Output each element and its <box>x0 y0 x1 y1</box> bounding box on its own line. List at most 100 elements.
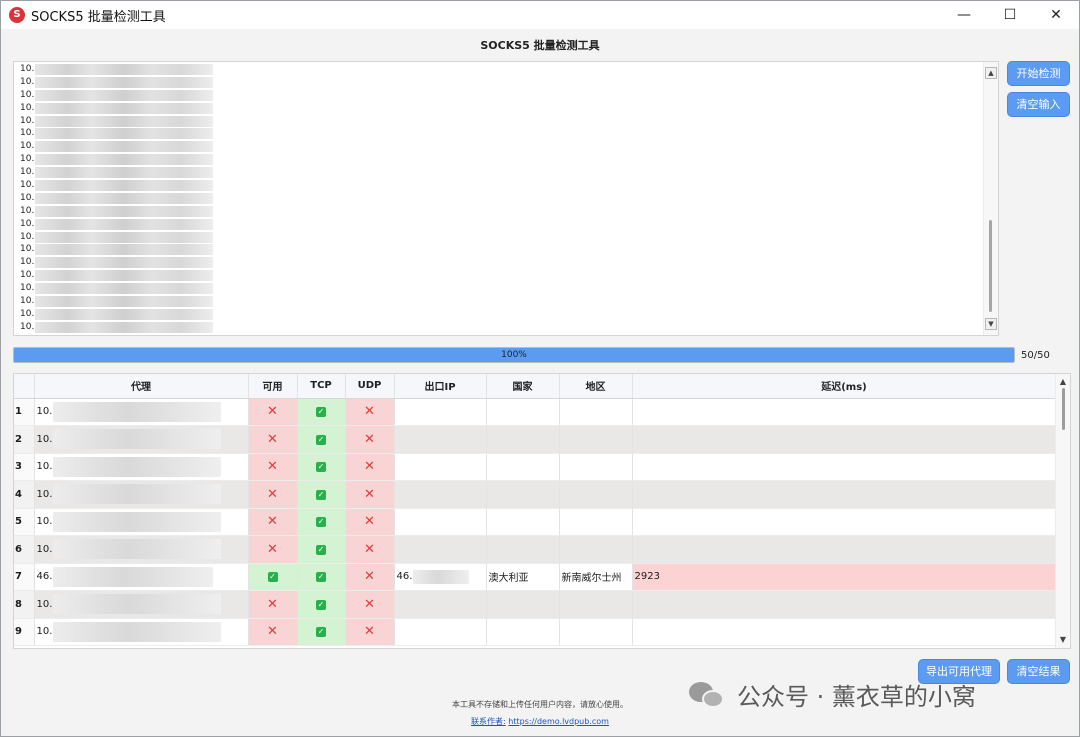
region-cell-text <box>560 406 562 417</box>
input-line: 10. <box>20 192 984 205</box>
clear-input-button[interactable]: 清空输入 <box>1007 92 1070 117</box>
table-row[interactable]: 7 46. ✓ ✓ ✕ 46. 澳大利亚 新南威尔士州 2923 <box>14 563 1057 591</box>
table-row[interactable]: 4 10. ✕ ✓ ✕ <box>14 480 1057 509</box>
redacted-block <box>413 569 470 584</box>
redacted-block <box>53 401 222 422</box>
table-body: 1 10. ✕ ✓ ✕ 2 10. ✕ ✓ ✕ 3 10. ✕ ✓ ✕ 4 10. ✕ ✓ ✕ 5 10. ✕ ✓ ✕ 6 10. ✕… <box>14 398 1057 646</box>
table-row[interactable]: 3 10. ✕ ✓ ✕ <box>14 453 1057 481</box>
latency-cell <box>632 398 1057 426</box>
clear-results-button[interactable]: 清空结果 <box>1007 659 1070 684</box>
cross-icon: ✕ <box>267 596 278 612</box>
latency-cell-text <box>633 626 635 637</box>
latency-cell: 2923 <box>632 563 1057 591</box>
redacted-block <box>35 231 214 243</box>
tcp-header[interactable]: TCP <box>297 374 346 399</box>
latency-cell <box>632 453 1057 481</box>
check-icon: ✓ <box>316 489 326 500</box>
row-number: 2 <box>14 425 35 454</box>
region-header[interactable]: 地区 <box>559 374 633 399</box>
cross-icon: ✕ <box>364 404 375 420</box>
table-scroll-down-icon[interactable]: ▼ <box>1057 634 1069 646</box>
tcp-cell: ✓ <box>297 563 346 591</box>
check-icon: ✓ <box>316 544 326 555</box>
cross-icon: ✕ <box>364 596 375 612</box>
tcp-cell: ✓ <box>297 425 346 454</box>
proxy-text: 10. <box>36 433 53 445</box>
exit-ip-cell <box>394 398 487 426</box>
check-icon: ✓ <box>316 599 326 610</box>
title-bar[interactable]: S SOCKS5 批量检测工具 — ☐ ✕ <box>1 1 1079 29</box>
latency-header[interactable]: 延迟(ms) <box>632 374 1057 399</box>
input-line-text: 10. <box>20 257 35 268</box>
input-line: 10. <box>20 243 984 256</box>
close-button[interactable]: ✕ <box>1033 1 1079 29</box>
udp-header[interactable]: UDP <box>345 374 395 399</box>
region-cell <box>559 453 633 481</box>
proxy-header[interactable]: 代理 <box>34 374 249 399</box>
redacted-block <box>53 539 222 560</box>
redacted-block <box>35 76 214 88</box>
input-line-text: 10. <box>20 218 35 229</box>
tcp-cell: ✓ <box>297 398 346 426</box>
minimize-button[interactable]: — <box>941 1 987 29</box>
redacted-block <box>35 218 214 230</box>
proxy-cell: 10. <box>34 590 249 619</box>
input-line-text: 10. <box>20 102 35 113</box>
available-header[interactable]: 可用 <box>248 374 298 399</box>
country-cell-text <box>487 434 489 445</box>
table-row[interactable]: 1 10. ✕ ✓ ✕ <box>14 398 1057 426</box>
country-cell-text <box>487 461 489 472</box>
available-cell: ✕ <box>248 508 298 536</box>
proxy-text: 10. <box>36 516 53 528</box>
redacted-block <box>35 167 214 179</box>
country-cell <box>486 618 560 646</box>
contact-link[interactable]: https://demo.lvdpub.com <box>508 717 609 726</box>
available-cell: ✕ <box>248 453 298 481</box>
input-line: 10. <box>20 231 984 244</box>
contact-label: 联系作者: <box>471 717 506 726</box>
scroll-down-icon[interactable]: ▼ <box>985 318 997 330</box>
input-line-text: 10. <box>20 308 35 319</box>
region-cell <box>559 398 633 426</box>
udp-cell: ✕ <box>345 480 395 509</box>
exit-ip-cell <box>394 590 487 619</box>
cross-icon: ✕ <box>364 569 375 585</box>
available-cell: ✓ <box>248 563 298 591</box>
input-line: 10. <box>20 218 984 231</box>
start-check-button[interactable]: 开始检测 <box>1007 61 1070 86</box>
table-scroll-thumb[interactable] <box>1062 388 1065 430</box>
footer-contact: 联系作者: https://demo.lvdpub.com <box>1 716 1079 727</box>
table-scroll-up-icon[interactable]: ▲ <box>1057 376 1069 388</box>
table-row[interactable]: 5 10. ✕ ✓ ✕ <box>14 508 1057 536</box>
country-cell-text <box>487 544 489 555</box>
latency-cell <box>632 618 1057 646</box>
scroll-up-icon[interactable]: ▲ <box>985 67 997 79</box>
row-number-header[interactable] <box>14 374 35 399</box>
app-logo-icon: S <box>9 7 25 23</box>
input-scrollbar[interactable]: ▲ ▼ <box>983 62 998 335</box>
cross-icon: ✕ <box>267 624 278 640</box>
window-title: SOCKS5 批量检测工具 <box>31 9 166 25</box>
maximize-button[interactable]: ☐ <box>987 1 1033 29</box>
input-line: 10. <box>20 89 984 102</box>
exit-ip-cell <box>394 453 487 481</box>
exit-ip-header[interactable]: 出口IP <box>394 374 487 399</box>
check-icon: ✓ <box>316 462 326 473</box>
input-line: 10. <box>20 140 984 153</box>
table-row[interactable]: 2 10. ✕ ✓ ✕ <box>14 425 1057 454</box>
input-scroll-thumb[interactable] <box>989 220 992 312</box>
footer-note: 本工具不存储和上传任何用户内容，请放心使用。 <box>452 700 628 709</box>
table-row[interactable]: 6 10. ✕ ✓ ✕ <box>14 535 1057 564</box>
country-header[interactable]: 国家 <box>486 374 560 399</box>
table-row[interactable]: 9 10. ✕ ✓ ✕ <box>14 618 1057 646</box>
redacted-block <box>35 179 214 191</box>
proxy-cell: 10. <box>34 480 249 509</box>
latency-cell-text <box>633 461 635 472</box>
cross-icon: ✕ <box>267 486 278 502</box>
table-scrollbar[interactable]: ▲ ▼ <box>1055 374 1070 648</box>
proxy-input-textarea[interactable]: 10. 10. 10. 10. 10. 10. 10. 10. 10. 10. 10. 10. 10. 1… <box>13 61 999 336</box>
table-row[interactable]: 8 10. ✕ ✓ ✕ <box>14 590 1057 619</box>
region-cell-text: 新南威尔士州 <box>561 573 622 585</box>
country-cell <box>486 590 560 619</box>
tcp-cell: ✓ <box>297 618 346 646</box>
